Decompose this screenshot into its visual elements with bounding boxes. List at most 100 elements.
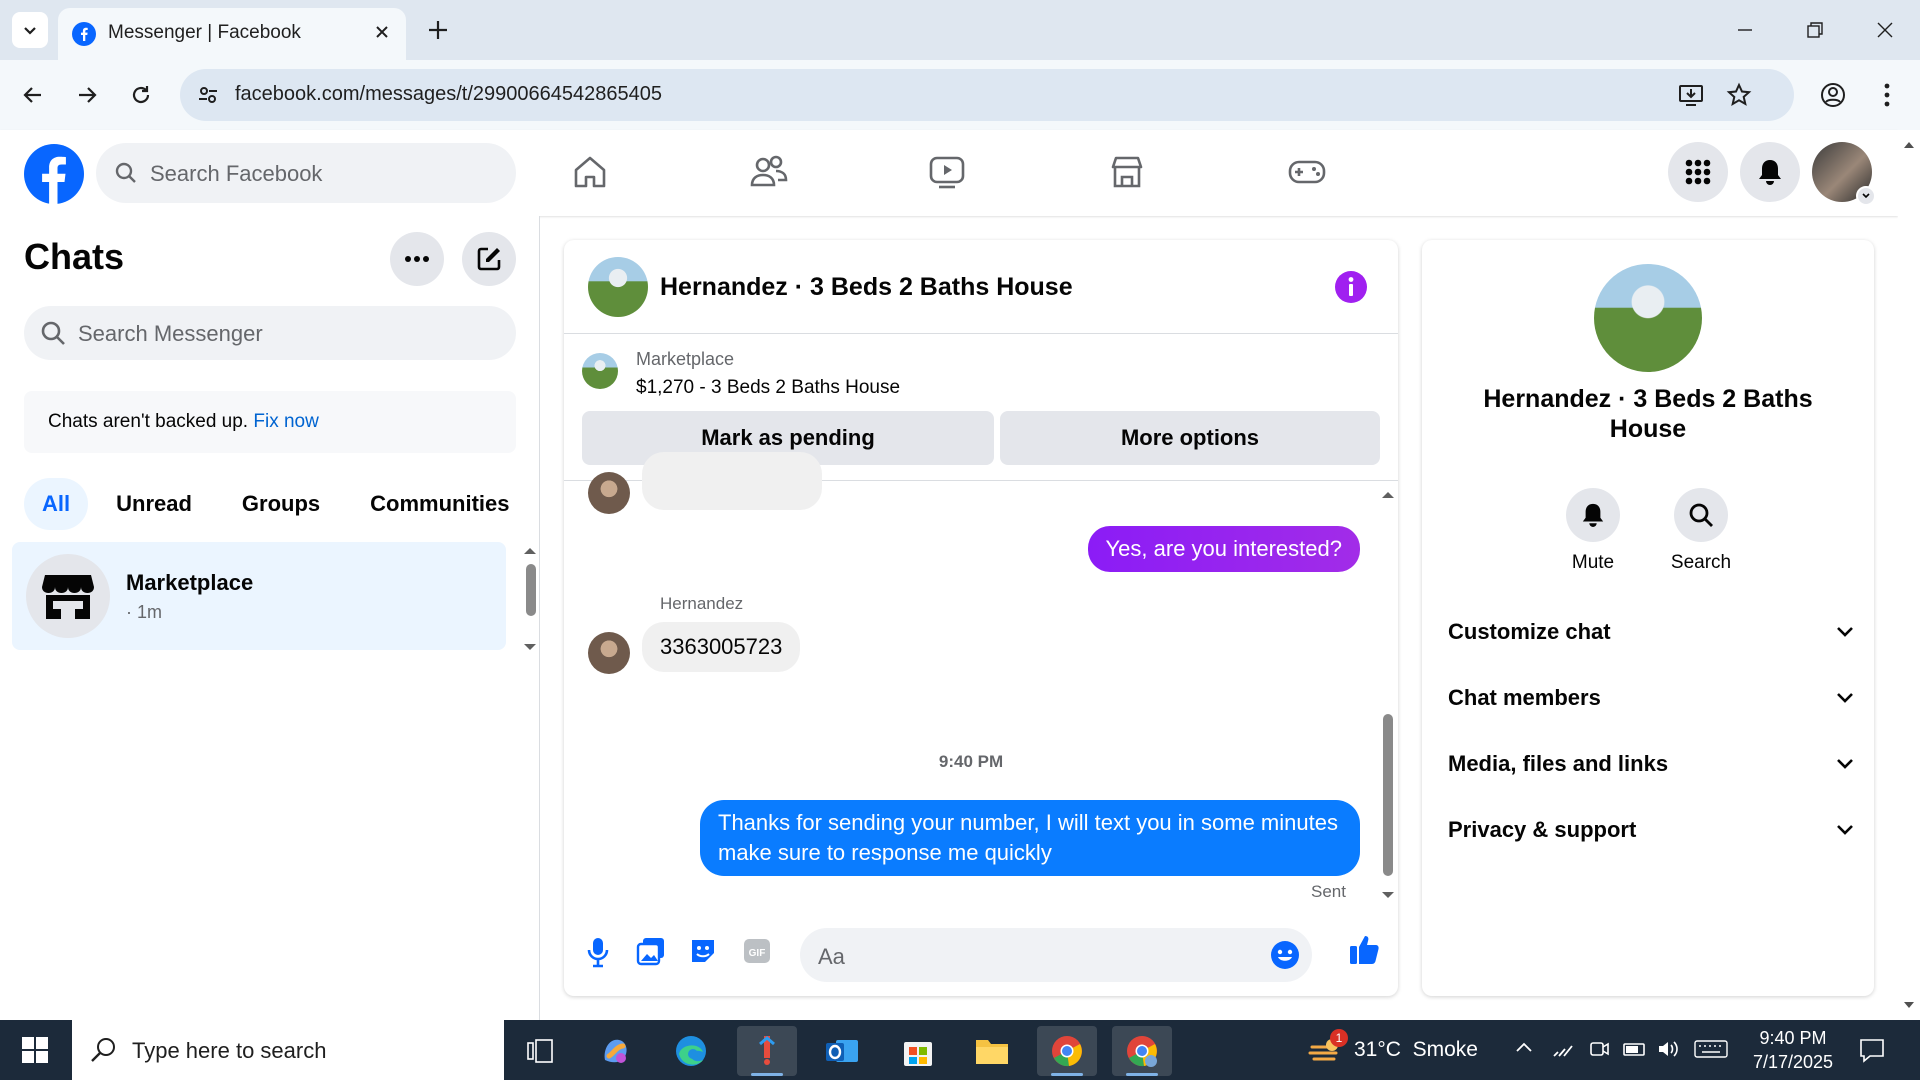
new-tab-icon[interactable] — [424, 16, 452, 44]
taskbar-search[interactable]: Type here to search — [72, 1020, 504, 1080]
browser-tab[interactable]: Messenger | Facebook — [58, 8, 406, 60]
search-icon — [1674, 488, 1728, 542]
facebook-logo-icon[interactable] — [24, 144, 84, 204]
notifications-bell-icon[interactable] — [1740, 142, 1800, 202]
message-composer: GIF Aa — [564, 908, 1398, 996]
mute-button[interactable]: Mute — [1548, 488, 1638, 574]
taskbar-clock[interactable]: 9:40 PM 7/17/2025 — [1738, 1026, 1848, 1074]
forward-icon[interactable] — [70, 78, 104, 112]
fix-now-link[interactable]: Fix now — [253, 411, 318, 432]
active-indicator — [1126, 1073, 1158, 1076]
chat-members-row[interactable]: Chat members — [1448, 671, 1854, 725]
outgoing-message: Yes, are you interested? — [1087, 526, 1360, 572]
tab-close-icon[interactable] — [372, 22, 392, 42]
back-icon[interactable] — [16, 78, 50, 112]
messenger-search[interactable]: Search Messenger — [24, 306, 516, 360]
facebook-search[interactable]: Search Facebook — [96, 143, 516, 203]
tab-communities[interactable]: Communities — [348, 478, 531, 530]
privacy-support-row[interactable]: Privacy & support — [1448, 803, 1854, 857]
taskbar-search-placeholder: Type here to search — [132, 1038, 327, 1063]
tab-unread[interactable]: Unread — [94, 478, 214, 530]
chrome-icon[interactable] — [1037, 1026, 1097, 1076]
conversation-title[interactable]: Hernandez · 3 Beds 2 Baths House — [660, 273, 1073, 302]
file-explorer-icon[interactable] — [962, 1026, 1022, 1076]
profile-icon[interactable] — [1816, 78, 1850, 112]
minimize-icon[interactable] — [1710, 0, 1780, 60]
reload-icon[interactable] — [124, 78, 158, 112]
conversation-name: Marketplace — [126, 570, 254, 595]
site-info-icon[interactable] — [196, 83, 220, 107]
active-indicator — [1051, 1073, 1083, 1076]
gaming-icon[interactable] — [1285, 150, 1329, 194]
install-app-icon[interactable] — [1678, 82, 1704, 108]
show-hidden-icons-chevron-icon[interactable] — [1514, 1038, 1534, 1058]
restore-icon[interactable] — [1780, 0, 1850, 60]
close-window-icon[interactable] — [1850, 0, 1920, 60]
clock-time: 9:40 PM — [1759, 1028, 1827, 1048]
bookmark-star-icon[interactable] — [1726, 82, 1752, 108]
conversation-item-marketplace[interactable]: Marketplace · 1m — [12, 542, 506, 650]
sticker-icon[interactable] — [688, 936, 718, 966]
listing-thumbnail[interactable] — [582, 353, 618, 389]
microsoft-store-icon[interactable] — [888, 1026, 948, 1076]
customize-chat-row[interactable]: Customize chat — [1448, 605, 1854, 659]
windows-start-icon[interactable] — [0, 1020, 70, 1080]
listing-title[interactable]: $1,270 - 3 Beds 2 Baths House — [636, 377, 900, 399]
weather-widget[interactable]: 1 31°C Smoke — [1308, 1020, 1478, 1080]
keyboard-icon[interactable] — [1694, 1038, 1728, 1060]
task-view-icon[interactable] — [510, 1026, 570, 1076]
page-scrollbar[interactable] — [1898, 130, 1920, 1020]
chrome-profile-icon[interactable] — [1112, 1026, 1172, 1076]
gif-icon[interactable]: GIF — [742, 936, 772, 966]
svg-text:GIF: GIF — [749, 948, 766, 959]
browser-menu-icon[interactable] — [1870, 78, 1904, 112]
address-bar[interactable]: facebook.com/messages/t/2990066454286540… — [180, 69, 1794, 121]
tab-search-chevron-icon[interactable] — [12, 12, 48, 48]
tab-groups[interactable]: Groups — [220, 478, 342, 530]
chevron-down-icon — [1836, 692, 1854, 704]
chat-filter-tabs: All Unread Groups Communities — [24, 478, 532, 532]
friends-icon[interactable] — [747, 150, 791, 194]
edge-icon[interactable] — [661, 1026, 721, 1076]
marketplace-icon[interactable] — [1105, 150, 1149, 194]
media-files-links-label: Media, files and links — [1448, 751, 1669, 776]
volume-icon[interactable] — [1656, 1038, 1682, 1060]
search-icon — [90, 1036, 118, 1064]
previous-message-bubble — [642, 452, 822, 510]
video-icon[interactable] — [925, 150, 969, 194]
emoji-icon[interactable] — [1270, 940, 1300, 970]
battery-icon[interactable] — [1622, 1038, 1648, 1060]
meet-now-icon[interactable] — [1588, 1038, 1610, 1060]
wifi-icon[interactable] — [1552, 1038, 1576, 1060]
notification-center-icon[interactable] — [1858, 1036, 1886, 1064]
home-icon[interactable] — [568, 150, 612, 194]
tab-all[interactable]: All — [24, 478, 89, 530]
new-message-icon[interactable] — [462, 232, 516, 286]
chevron-down-icon — [1836, 626, 1854, 638]
media-files-links-row[interactable]: Media, files and links — [1448, 737, 1854, 791]
sender-avatar — [588, 472, 630, 514]
recording-app-icon[interactable] — [737, 1026, 797, 1076]
search-in-chat-button[interactable]: Search — [1656, 488, 1746, 574]
photo-attach-icon[interactable] — [636, 936, 666, 966]
menu-grid-icon[interactable] — [1668, 142, 1728, 202]
chat-info-avatar[interactable] — [1594, 264, 1702, 372]
conversation-avatar[interactable] — [588, 257, 648, 317]
more-options-icon[interactable] — [390, 232, 444, 286]
copilot-icon[interactable] — [586, 1026, 646, 1076]
message-input[interactable]: Aa — [800, 928, 1312, 982]
search-icon — [114, 161, 138, 185]
like-thumbs-up-icon[interactable] — [1348, 932, 1382, 966]
sender-avatar — [588, 632, 630, 674]
active-indicator — [751, 1073, 783, 1076]
thread-scrollbar[interactable] — [1378, 484, 1398, 904]
microphone-icon[interactable] — [586, 936, 610, 968]
chat-list-scrollbar[interactable] — [520, 546, 540, 656]
outlook-icon[interactable] — [812, 1026, 872, 1076]
info-icon[interactable] — [1334, 270, 1368, 304]
outgoing-message: Thanks for sending your number, I will t… — [700, 800, 1360, 876]
sent-status: Sent — [1311, 882, 1346, 901]
weather-badge: 1 — [1330, 1029, 1348, 1047]
account-chevron-icon[interactable] — [1856, 186, 1876, 206]
more-options-button[interactable]: More options — [1000, 411, 1380, 465]
